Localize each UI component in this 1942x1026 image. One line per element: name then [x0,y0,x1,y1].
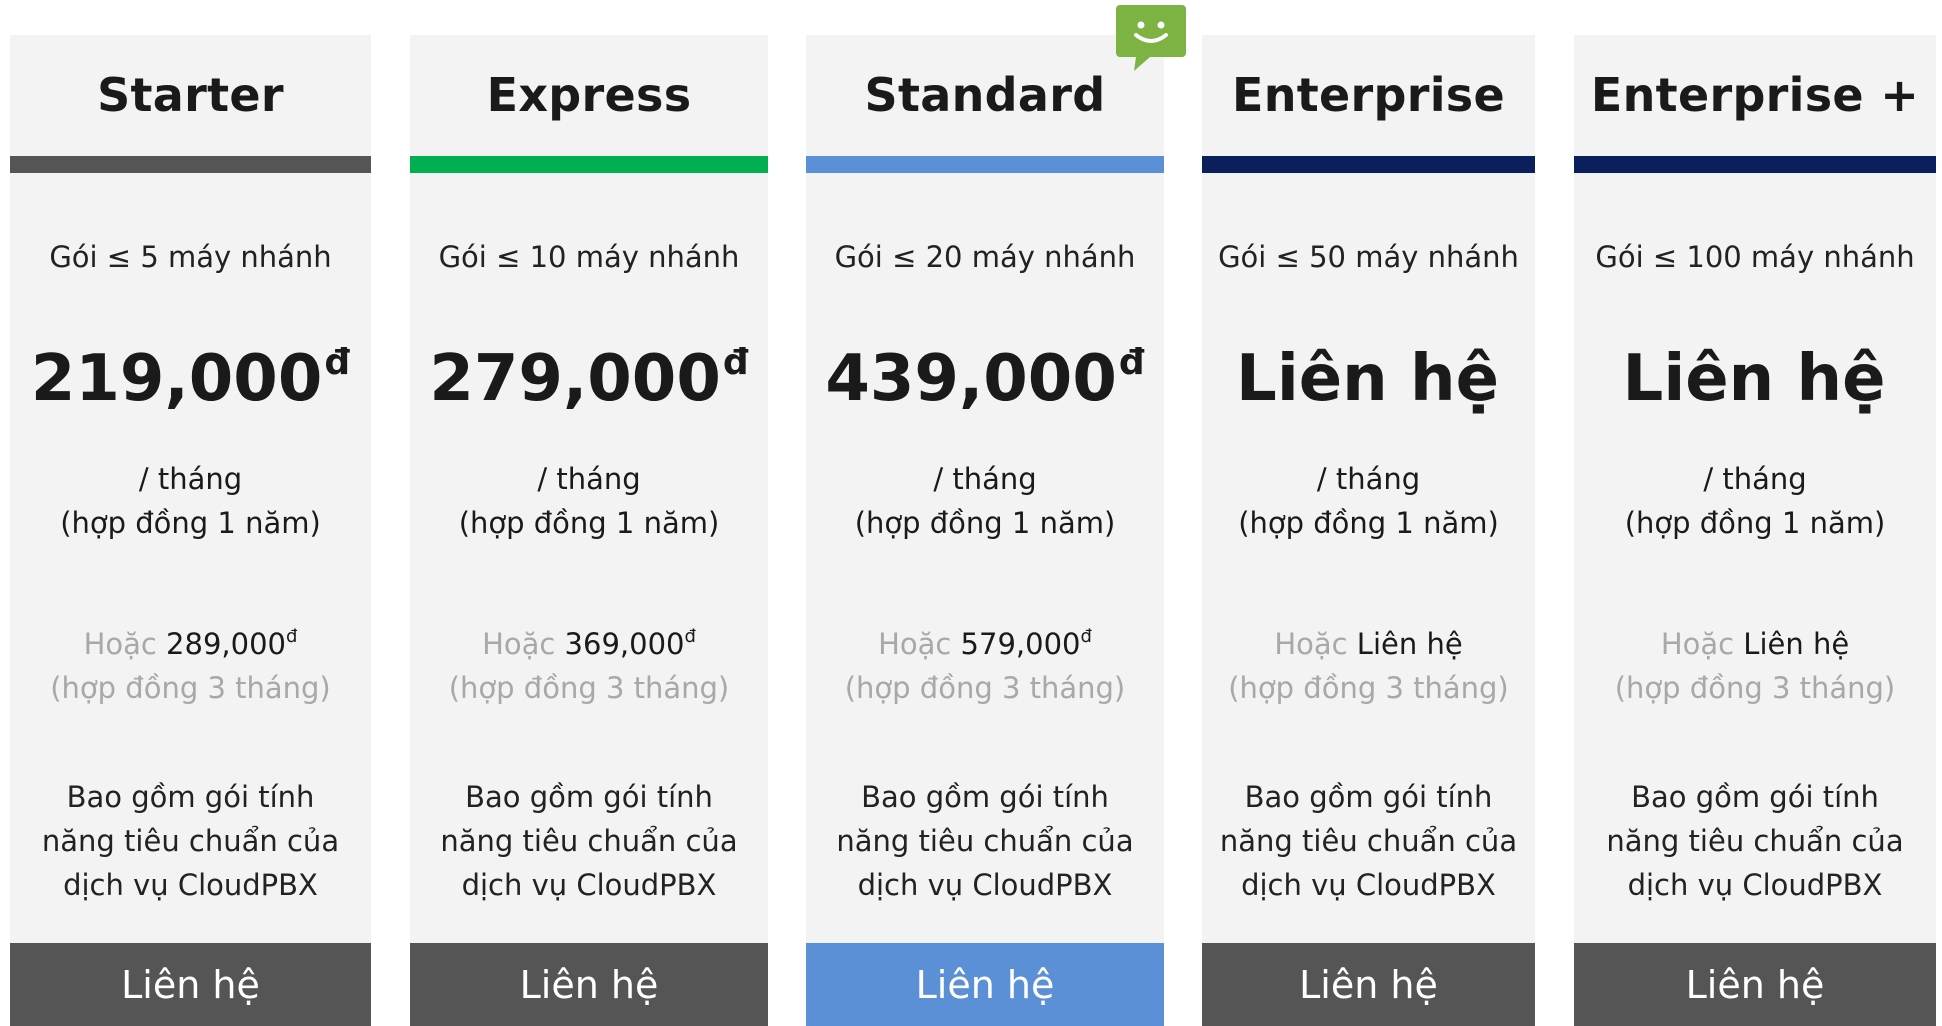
alt-prefix: Hoặc [83,627,157,661]
period-label: / tháng [1316,462,1421,496]
desc-line: năng tiêu chuẩn của [1219,824,1518,858]
desc-line: năng tiêu chuẩn của [41,824,340,858]
alt-contract-label: (hợp đồng 3 tháng) [1228,671,1509,705]
desc-line: Bao gồm gói tính [66,780,315,814]
contact-button[interactable]: Liên hệ [1202,943,1535,1026]
alt-contract-label: (hợp đồng 3 tháng) [448,671,730,705]
desc-line: năng tiêu chuẩn của [836,824,1134,858]
plan-period: / tháng (hợp đồng 1 năm) [1574,457,1936,545]
plan-title: Enterprise [1231,68,1505,122]
plan-card-starter: Starter Gói ≤ 5 máy nhánh 219,000đ / thá… [10,35,371,1026]
plan-card-express: Express Gói ≤ 10 máy nhánh 279,000đ / th… [410,35,768,1026]
desc-line: Bao gồm gói tính [465,780,713,814]
plan-extensions: Gói ≤ 50 máy nhánh [1218,240,1519,274]
plan-accent-bar [1574,156,1936,173]
price-value: 439,000 [825,342,1117,416]
price-currency: đ [324,342,351,383]
period-label: / tháng [933,462,1037,496]
plan-title: Express [486,68,692,122]
plan-period: / tháng (hợp đồng 1 năm) [410,457,768,545]
desc-line: Bao gồm gói tính [1244,780,1493,814]
period-label: / tháng [1703,462,1807,496]
desc-line: dịch vụ CloudPBX [461,868,717,902]
contract-label: (hợp đồng 1 năm) [60,506,321,540]
alt-price-value: 369,000 [564,627,685,661]
plan-extensions: Gói ≤ 100 máy nhánh [1595,240,1915,274]
plan-period: / tháng (hợp đồng 1 năm) [806,457,1164,545]
alt-prefix: Hoặc [482,627,556,661]
contact-button[interactable]: Liên hệ [806,943,1164,1026]
contact-button[interactable]: Liên hệ [10,943,371,1026]
alt-contract-label: (hợp đồng 3 tháng) [50,671,331,705]
period-label: / tháng [138,462,243,496]
alt-price-value: 579,000 [960,627,1081,661]
desc-line: Bao gồm gói tính [861,780,1109,814]
plan-title: Standard [864,68,1106,122]
alt-price-value: Liên hệ [1356,627,1463,661]
period-label: / tháng [537,462,641,496]
plan-price: 439,000đ [806,342,1164,412]
plan-accent-bar [10,156,371,173]
desc-line: năng tiêu chuẩn của [1606,824,1904,858]
contract-label: (hợp đồng 1 năm) [458,506,720,540]
desc-line: dịch vụ CloudPBX [1627,868,1883,902]
alt-price-currency: đ [285,626,298,647]
plan-extensions: Gói ≤ 10 máy nhánh [438,240,740,274]
plan-extensions: Gói ≤ 5 máy nhánh [49,240,332,274]
plan-description: Bao gồm gói tính năng tiêu chuẩn của dịc… [426,775,752,907]
contract-label: (hợp đồng 1 năm) [854,506,1116,540]
alt-price-currency: đ [1080,626,1092,647]
price-currency: đ [1118,342,1145,383]
price-currency: đ [722,342,749,383]
plan-period: / tháng (hợp đồng 1 năm) [10,457,371,545]
plan-accent-bar [806,156,1164,173]
plan-card-enterprise-plus: Enterprise + Gói ≤ 100 máy nhánh Liên hệ… [1574,35,1936,1026]
alt-contract-label: (hợp đồng 3 tháng) [844,671,1126,705]
plan-price: 279,000đ [410,342,768,412]
price-value: Liên hệ [1622,342,1886,416]
plan-description: Bao gồm gói tính năng tiêu chuẩn của dịc… [822,775,1148,907]
plan-accent-bar [410,156,768,173]
smiley-chat-icon [1116,5,1186,71]
price-value: 219,000 [30,342,323,416]
plan-alt-price: Hoặc Liên hệ (hợp đồng 3 tháng) [1202,615,1535,710]
desc-line: dịch vụ CloudPBX [857,868,1113,902]
alt-price-value: Liên hệ [1743,627,1850,661]
contact-button[interactable]: Liên hệ [1574,943,1936,1026]
desc-line: dịch vụ CloudPBX [63,868,318,902]
plan-title: Starter [97,68,284,122]
alt-prefix: Hoặc [878,627,952,661]
price-value: 279,000 [429,342,721,416]
plan-description: Bao gồm gói tính năng tiêu chuẩn của dịc… [1590,775,1920,907]
alt-price-value: 289,000 [166,627,286,661]
desc-line: năng tiêu chuẩn của [440,824,738,858]
plan-alt-price: Hoặc 369,000đ (hợp đồng 3 tháng) [410,615,768,710]
plan-alt-price: Hoặc 579,000đ (hợp đồng 3 tháng) [806,615,1164,710]
desc-line: Bao gồm gói tính [1631,780,1879,814]
plan-description: Bao gồm gói tính năng tiêu chuẩn của dịc… [26,775,355,907]
plan-accent-bar [1202,156,1535,173]
contract-label: (hợp đồng 1 năm) [1238,506,1499,540]
plan-card-standard: Standard Gói ≤ 20 máy nhánh 439,000đ / t… [806,35,1164,1026]
desc-line: dịch vụ CloudPBX [1241,868,1496,902]
alt-prefix: Hoặc [1274,627,1348,661]
plan-title: Enterprise + [1590,68,1920,122]
pricing-table: Starter Gói ≤ 5 máy nhánh 219,000đ / thá… [0,0,1942,1026]
plan-period: / tháng (hợp đồng 1 năm) [1202,457,1535,545]
contract-label: (hợp đồng 1 năm) [1624,506,1886,540]
alt-contract-label: (hợp đồng 3 tháng) [1614,671,1896,705]
alt-prefix: Hoặc [1660,627,1735,661]
plan-price: 219,000đ [10,342,371,412]
contact-button[interactable]: Liên hệ [410,943,768,1026]
plan-description: Bao gồm gói tính năng tiêu chuẩn của dịc… [1218,775,1519,907]
plan-extensions: Gói ≤ 20 máy nhánh [834,240,1136,274]
price-value: Liên hệ [1236,342,1499,416]
plan-card-enterprise: Enterprise Gói ≤ 50 máy nhánh Liên hệ / … [1202,35,1535,1026]
plan-price: Liên hệ [1574,345,1936,411]
plan-alt-price: Hoặc 289,000đ (hợp đồng 3 tháng) [10,615,371,710]
plan-price: Liên hệ [1202,345,1535,411]
alt-price-currency: đ [684,626,696,647]
plan-alt-price: Hoặc Liên hệ (hợp đồng 3 tháng) [1574,615,1936,710]
